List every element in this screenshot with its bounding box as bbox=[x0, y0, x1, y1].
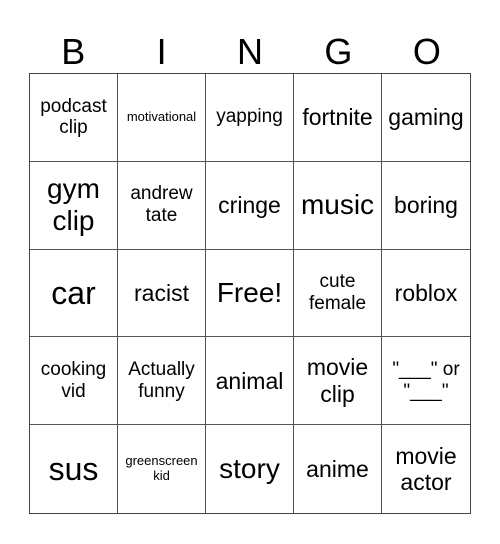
bingo-cell[interactable]: gaming bbox=[382, 74, 470, 162]
bingo-cell[interactable]: cooking vid bbox=[30, 337, 118, 426]
bingo-cell[interactable]: racist bbox=[118, 249, 206, 338]
bingo-cell[interactable]: movie actor bbox=[382, 425, 470, 513]
bingo-grid: podcast clip motivational yapping fortnite g… bbox=[29, 73, 471, 514]
bingo-cell[interactable]: animal bbox=[206, 337, 294, 426]
header-letter-g: G bbox=[324, 31, 353, 72]
bingo-cell[interactable]: yapping bbox=[206, 74, 294, 162]
bingo-cell[interactable]: cute female bbox=[294, 249, 382, 338]
bingo-cell[interactable]: "___" or "___" bbox=[382, 337, 470, 426]
header-letter-o: O bbox=[412, 31, 441, 72]
bingo-cell[interactable]: movie clip bbox=[294, 337, 382, 426]
bingo-cell[interactable]: boring bbox=[382, 162, 470, 250]
bingo-cell[interactable]: gym clip bbox=[30, 161, 118, 250]
bingo-cell[interactable]: fortnite bbox=[294, 74, 382, 162]
bingo-cell[interactable]: music bbox=[294, 161, 382, 250]
bingo-cell[interactable]: story bbox=[206, 425, 294, 513]
bingo-cell[interactable]: roblox bbox=[382, 250, 470, 338]
bingo-cell[interactable]: Actually funny bbox=[118, 337, 206, 426]
header-letter-i: I bbox=[156, 31, 167, 72]
bingo-cell[interactable]: Free! bbox=[206, 249, 294, 338]
header-letter-b: B bbox=[61, 31, 86, 72]
bingo-cell[interactable]: motivational bbox=[118, 74, 206, 162]
bingo-cell[interactable]: greenscreen kid bbox=[118, 425, 206, 513]
bingo-cell[interactable]: sus bbox=[30, 425, 118, 513]
bingo-header: B I N G O bbox=[29, 30, 471, 73]
bingo-cell[interactable]: cringe bbox=[206, 161, 294, 250]
header-letter-n: N bbox=[237, 31, 264, 72]
bingo-cell[interactable]: andrew tate bbox=[118, 161, 206, 250]
bingo-cell[interactable]: anime bbox=[294, 425, 382, 513]
bingo-cell[interactable]: car bbox=[30, 249, 118, 338]
bingo-cell[interactable]: podcast clip bbox=[30, 74, 118, 162]
